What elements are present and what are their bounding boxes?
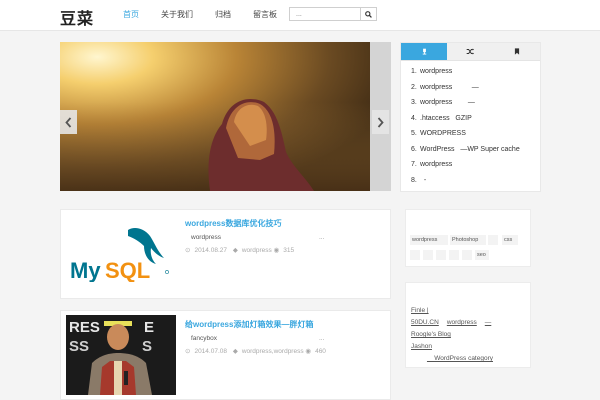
- nav-item-archive[interactable]: 归档: [204, 0, 242, 30]
- post-meta: ⊙ 2014.08.27 ◆ wordpress ◉ 315: [185, 246, 298, 254]
- tag-item[interactable]: css: [502, 235, 518, 245]
- friend-link[interactable]: —: [485, 319, 492, 326]
- list-item[interactable]: 4. .htaccess GZIP: [411, 114, 520, 130]
- site-header: 豆菜 首页 关于我们 归档 留言板 友情链: [0, 0, 600, 31]
- friend-link[interactable]: wordpress: [447, 319, 477, 326]
- post-meta: ⊙ 2014.07.08 ◆ wordpress,wordpress ◉ 460: [185, 347, 330, 355]
- list-item[interactable]: 7. wordpress: [411, 160, 520, 176]
- tab-random[interactable]: [447, 43, 493, 60]
- tag-item[interactable]: [423, 250, 433, 260]
- list-item[interactable]: 3. wordpress —: [411, 98, 520, 114]
- tag-item[interactable]: [449, 250, 459, 260]
- friend-link[interactable]: 50DU.CN: [411, 319, 439, 326]
- tab-bookmark[interactable]: [494, 43, 540, 60]
- search-input[interactable]: [290, 8, 362, 20]
- tag-icon: ◆: [232, 247, 238, 254]
- post-excerpt: fancybox: [191, 335, 218, 342]
- svg-text:RES: RES: [69, 319, 100, 336]
- post-views: 460: [315, 348, 326, 355]
- list-item[interactable]: 2. wordpress —: [411, 83, 520, 99]
- post-card: RES E SS S 给wordpress添加灯箱效果—胖灯箱 fancybox…: [60, 310, 391, 400]
- bookmark-icon: [514, 48, 519, 55]
- link-row: Jashon: [411, 343, 456, 350]
- link-row: __WordPress category: [411, 355, 501, 362]
- sidebar-tabs: [401, 43, 540, 61]
- eye-icon: ◉: [305, 348, 312, 355]
- tag-item[interactable]: [436, 250, 446, 260]
- post-date: 2014.08.27: [194, 247, 227, 254]
- svg-text:SQL: SQL: [105, 258, 150, 282]
- link-row: Roogle's Blog: [411, 331, 475, 338]
- tab-popular[interactable]: [401, 43, 448, 60]
- chevron-left-icon: [65, 116, 72, 128]
- clock-icon: ⊙: [185, 247, 191, 254]
- post-title[interactable]: wordpress数据库优化技巧: [185, 218, 281, 229]
- list-item[interactable]: 5. WORDPRESS: [411, 129, 520, 145]
- svg-text:S: S: [142, 338, 152, 355]
- post-category[interactable]: wordpress: [242, 247, 272, 254]
- link-row: Finle |: [411, 307, 479, 314]
- friend-link[interactable]: Jashon: [411, 343, 432, 350]
- slider-photo: [60, 42, 370, 191]
- tag-item[interactable]: [488, 235, 498, 245]
- svg-text:My: My: [70, 258, 101, 282]
- nav-item-home[interactable]: 首页: [112, 0, 150, 30]
- post-card: My SQL wordpress数据库优化技巧 wordpress ... ⊙ 2…: [60, 209, 391, 299]
- tag-item[interactable]: wordpress: [410, 235, 448, 245]
- eye-icon: ◉: [273, 247, 280, 254]
- tag-item[interactable]: Photoshop: [450, 235, 486, 245]
- search-box: [289, 7, 377, 21]
- post-excerpt-more: ...: [319, 335, 325, 342]
- tag-item[interactable]: [410, 250, 420, 260]
- slider-next-button[interactable]: [372, 110, 389, 134]
- post-views: 315: [283, 247, 295, 254]
- link-row: 50DU.CN wordpress —: [411, 319, 499, 326]
- site-logo[interactable]: 豆菜: [60, 5, 94, 29]
- trophy-icon: [422, 48, 426, 55]
- svg-text:SS: SS: [69, 338, 89, 355]
- clock-icon: ⊙: [185, 348, 191, 355]
- post-excerpt-more: ...: [319, 234, 325, 241]
- svg-text:E: E: [144, 319, 154, 336]
- post-thumbnail[interactable]: RES E SS S: [66, 315, 176, 395]
- shuffle-icon: [467, 48, 475, 55]
- friend-link[interactable]: Finle |: [411, 307, 429, 314]
- list-item[interactable]: 1. wordpress: [411, 67, 520, 83]
- post-date: 2014.07.08: [194, 348, 227, 355]
- sidebar-popular-widget: 1. wordpress 2. wordpress — 3. wordpress — …: [400, 42, 541, 192]
- nav-item-about[interactable]: 关于我们: [150, 0, 204, 30]
- friend-links-widget: Finle | 50DU.CN wordpress — Roogle's Blog …: [405, 282, 531, 368]
- image-slider[interactable]: [60, 42, 391, 191]
- friend-link[interactable]: Roogle's Blog: [411, 331, 451, 338]
- chevron-right-icon: [377, 116, 384, 128]
- tag-item[interactable]: [462, 250, 472, 260]
- popular-post-list: 1. wordpress 2. wordpress — 3. wordpress — …: [411, 67, 520, 191]
- list-item[interactable]: 6. WordPress —WP Super cache: [411, 145, 520, 161]
- post-category[interactable]: wordpress,wordpress: [242, 348, 304, 355]
- tag-item[interactable]: seo: [475, 250, 489, 260]
- tag-cloud-widget: wordpress Photoshop css seo: [405, 209, 531, 267]
- nav-item-guestbook[interactable]: 留言板: [242, 0, 288, 30]
- list-item[interactable]: 8. -: [411, 176, 520, 192]
- search-button[interactable]: [360, 8, 376, 20]
- slider-prev-button[interactable]: [60, 110, 77, 134]
- tag-icon: ◆: [232, 348, 238, 355]
- mysql-logo[interactable]: My SQL: [68, 222, 170, 282]
- friend-link[interactable]: __WordPress category: [427, 355, 493, 362]
- search-icon: [365, 10, 372, 18]
- post-excerpt: wordpress: [191, 234, 221, 241]
- post-title[interactable]: 给wordpress添加灯箱效果—胖灯箱: [185, 319, 313, 330]
